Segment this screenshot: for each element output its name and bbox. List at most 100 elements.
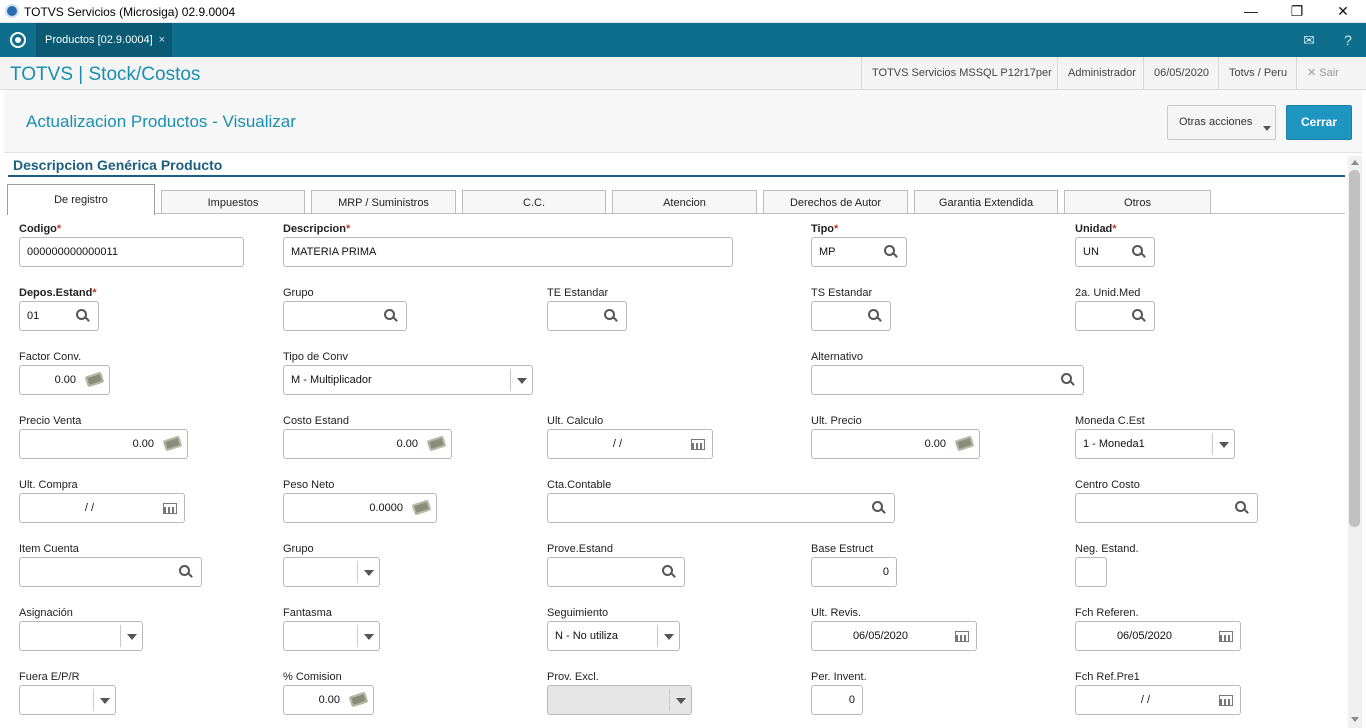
tab-garantia-extendida[interactable]: Garantia Extendida <box>914 190 1058 214</box>
module-header: TOTVS | Stock/Costos TOTVS Servicios MSS… <box>0 57 1366 90</box>
search-icon[interactable] <box>1235 501 1249 515</box>
search-icon[interactable] <box>872 501 886 515</box>
codigo-field[interactable]: 000000000000011 <box>19 237 244 267</box>
tab-close-icon[interactable]: × <box>159 23 165 57</box>
ult-precio-field[interactable]: 0.00 <box>811 429 980 459</box>
tab-otros[interactable]: Otros <box>1064 190 1211 214</box>
search-icon[interactable] <box>384 309 398 323</box>
fch-referen-field[interactable]: 06/05/2020 <box>1075 621 1241 651</box>
search-icon[interactable] <box>179 565 193 579</box>
scroll-down-icon[interactable] <box>1351 717 1359 722</box>
ult-revis-label: Ult. Revis. <box>811 607 862 619</box>
calendar-icon[interactable] <box>163 503 177 514</box>
ts-estandar-field[interactable] <box>811 301 891 331</box>
ult-precio-value: 0.00 <box>924 438 946 450</box>
cta-contable-field[interactable] <box>547 493 895 523</box>
unid-med2-field[interactable] <box>1075 301 1155 331</box>
money-icon[interactable] <box>954 435 975 452</box>
te-estandar-field[interactable] <box>547 301 627 331</box>
factor-conv-field[interactable]: 0.00 <box>19 365 110 395</box>
prove-estand-field[interactable] <box>547 557 685 587</box>
tipo-label: Tipo <box>811 223 838 235</box>
alternativo-field[interactable] <box>811 365 1084 395</box>
tab-atencion[interactable]: Atencion <box>612 190 757 214</box>
search-icon[interactable] <box>604 309 618 323</box>
depos-estand-field[interactable]: 01 <box>19 301 99 331</box>
fuera-epr-select[interactable] <box>19 685 116 715</box>
search-icon[interactable] <box>1132 245 1146 259</box>
per-invent-field[interactable]: 0 <box>811 685 863 715</box>
money-icon[interactable] <box>411 499 432 516</box>
search-icon[interactable] <box>868 309 882 323</box>
tab-derechos-de-autor[interactable]: Derechos de Autor <box>763 190 908 214</box>
unidad-field[interactable]: UN <box>1075 237 1155 267</box>
asignacion-select[interactable] <box>19 621 143 651</box>
money-icon[interactable] <box>162 435 183 452</box>
moneda-cest-select[interactable]: 1 - Moneda1 <box>1075 429 1235 459</box>
grupo2-select[interactable] <box>283 557 380 587</box>
calendar-icon[interactable] <box>691 439 705 450</box>
money-icon[interactable] <box>84 371 105 388</box>
otras-acciones-button[interactable]: Otras acciones <box>1167 105 1276 140</box>
fantasma-select[interactable] <box>283 621 380 651</box>
peso-neto-field[interactable]: 0.0000 <box>283 493 437 523</box>
ult-revis-field[interactable]: 06/05/2020 <box>811 621 977 651</box>
tipo-field[interactable]: MP <box>811 237 907 267</box>
comision-field[interactable]: 0.00 <box>283 685 374 715</box>
money-icon[interactable] <box>348 691 369 708</box>
search-icon[interactable] <box>76 309 90 323</box>
tab-mrp-suministros[interactable]: MRP / Suministros <box>311 190 456 214</box>
precio-venta-field[interactable]: 0.00 <box>19 429 188 459</box>
calendar-icon[interactable] <box>955 631 969 642</box>
scroll-up-icon[interactable] <box>1351 160 1359 165</box>
chevron-down-icon[interactable] <box>510 369 532 391</box>
tab-de-registro[interactable]: De registro <box>7 184 155 215</box>
prov-excl-select[interactable] <box>547 685 692 715</box>
grupo-field[interactable] <box>283 301 407 331</box>
close-window-button[interactable]: ✕ <box>1320 0 1366 23</box>
chevron-down-icon[interactable] <box>657 625 679 647</box>
search-icon[interactable] <box>1061 373 1075 387</box>
calendar-icon[interactable] <box>1219 631 1233 642</box>
totvs-logo-icon[interactable] <box>10 32 26 48</box>
ult-compra-field[interactable]: / / <box>19 493 185 523</box>
tipo-conv-select[interactable]: M - Multiplicador <box>283 365 533 395</box>
tab-productos[interactable]: Productos [02.9.0004] × <box>36 23 172 57</box>
restore-button[interactable]: ❐ <box>1274 0 1320 23</box>
exit-button[interactable]: ✕ Sair <box>1296 57 1349 90</box>
chevron-down-icon[interactable] <box>357 625 379 647</box>
chevron-down-icon[interactable] <box>93 689 115 711</box>
base-estruct-field[interactable]: 0 <box>811 557 897 587</box>
chevron-down-icon[interactable] <box>1212 433 1234 455</box>
tipo-conv-value: M - Multiplicador <box>291 374 372 386</box>
factor-conv-value: 0.00 <box>54 374 76 386</box>
page-header: Actualizacion Productos - Visualizar <box>4 90 1362 153</box>
help-icon[interactable]: ? <box>1330 23 1366 57</box>
ult-calculo-field[interactable]: / / <box>547 429 713 459</box>
tab-impuestos[interactable]: Impuestos <box>161 190 305 214</box>
tab-label: Productos [02.9.0004] <box>45 34 153 46</box>
chevron-down-icon[interactable] <box>357 561 379 583</box>
seguimiento-select[interactable]: N - No utiliza <box>547 621 680 651</box>
search-icon[interactable] <box>662 565 676 579</box>
money-icon[interactable] <box>426 435 447 452</box>
chevron-down-icon[interactable] <box>120 625 142 647</box>
search-icon[interactable] <box>1132 309 1146 323</box>
centro-costo-field[interactable] <box>1075 493 1258 523</box>
costo-estand-field[interactable]: 0.00 <box>283 429 452 459</box>
fch-ref-pre1-field[interactable]: / / <box>1075 685 1241 715</box>
item-cuenta-field[interactable] <box>19 557 202 587</box>
calendar-icon[interactable] <box>1219 695 1233 706</box>
chevron-down-icon <box>1263 126 1271 131</box>
scrollbar-thumb[interactable] <box>1349 170 1360 527</box>
chevron-down-icon[interactable] <box>669 689 691 711</box>
cerrar-button[interactable]: Cerrar <box>1286 105 1352 140</box>
search-icon[interactable] <box>884 245 898 259</box>
app-logo-icon <box>5 4 19 18</box>
neg-estand-checkbox[interactable] <box>1075 557 1107 587</box>
mail-icon[interactable]: ✉ <box>1291 23 1327 57</box>
section-title: Descripcion Genérica Producto <box>13 157 223 173</box>
tab-cc[interactable]: C.C. <box>462 190 606 214</box>
descripcion-field[interactable]: MATERIA PRIMA <box>283 237 733 267</box>
minimize-button[interactable]: — <box>1228 0 1274 23</box>
